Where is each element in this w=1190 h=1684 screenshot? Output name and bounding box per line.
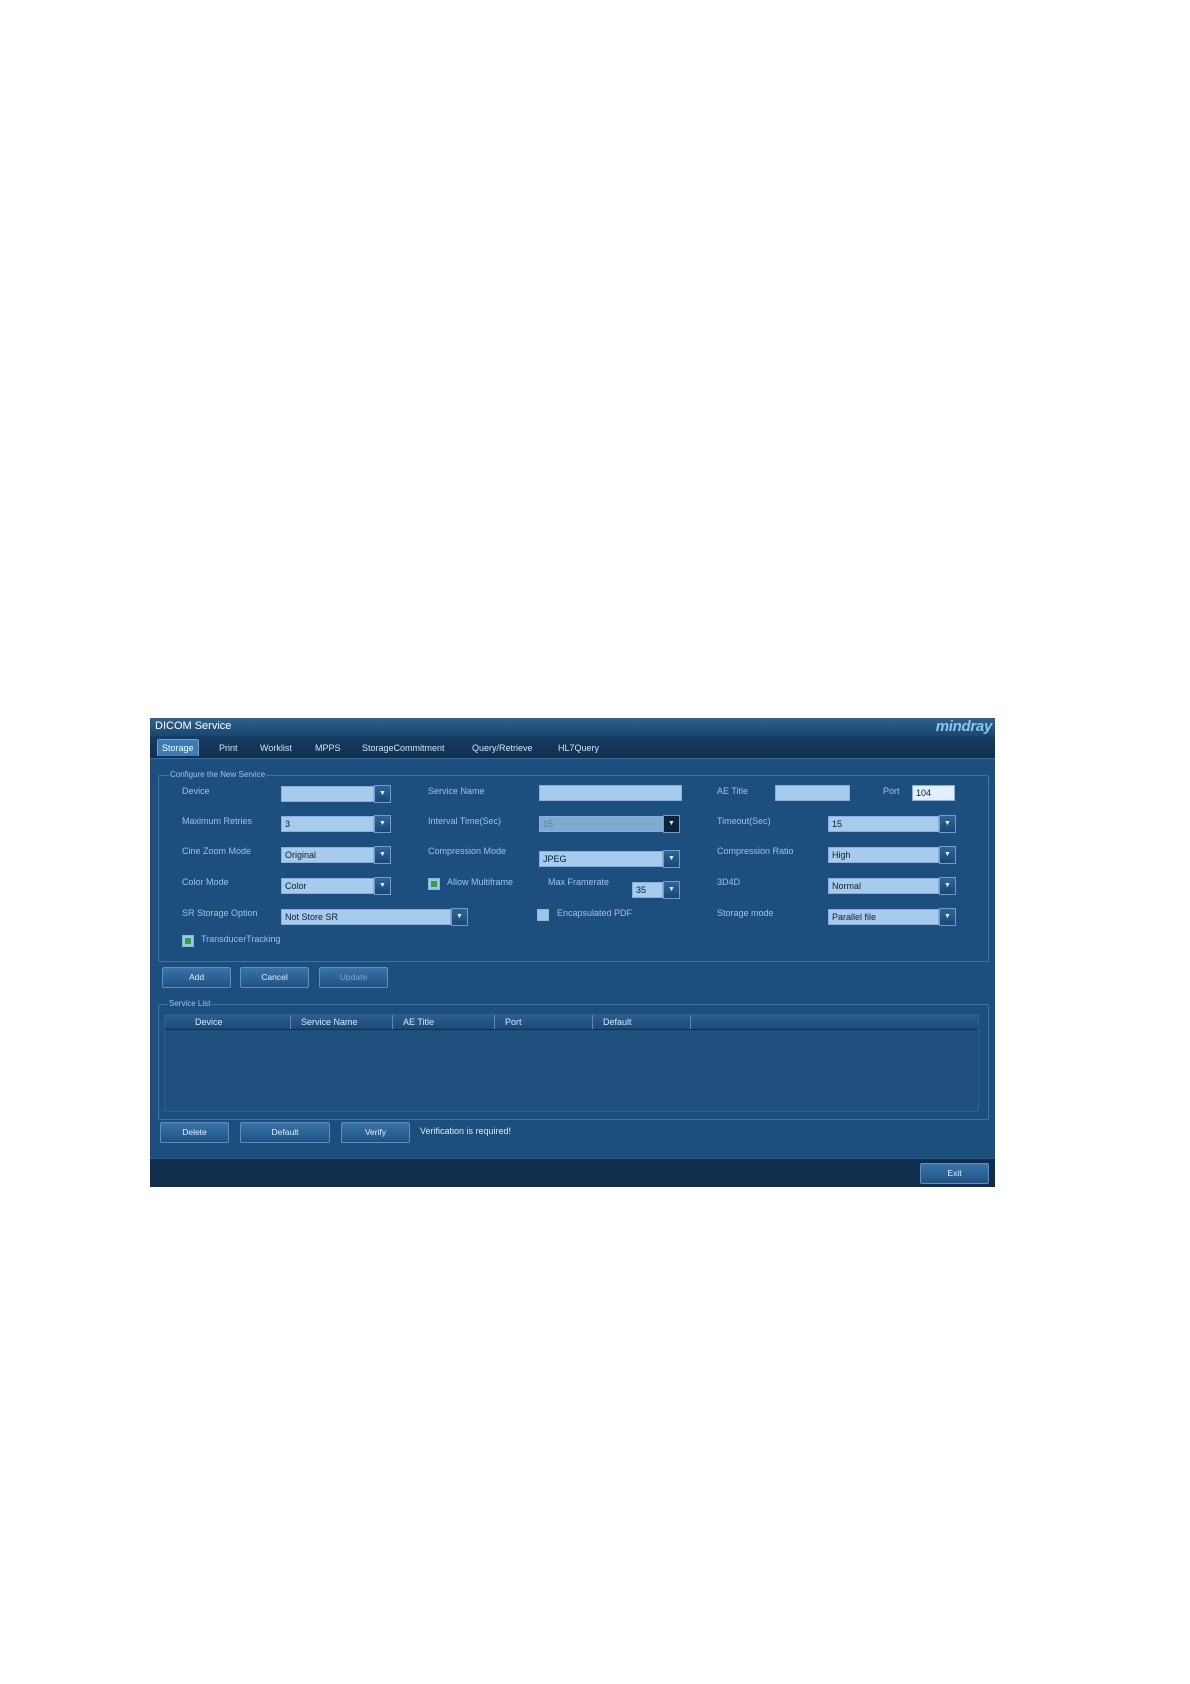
allow-multiframe-checkbox[interactable] bbox=[428, 878, 440, 890]
device-dropdown-icon[interactable]: ▼ bbox=[374, 785, 391, 803]
encapsulated-pdf-checkbox[interactable] bbox=[537, 909, 549, 921]
max-framerate-label: Max Framerate bbox=[548, 877, 610, 887]
update-button: Update bbox=[319, 967, 388, 988]
port-label: Port bbox=[883, 786, 900, 796]
service-name-label: Service Name bbox=[428, 786, 485, 796]
transducer-tracking-label: TransducerTracking bbox=[201, 934, 281, 944]
ae-title-input[interactable] bbox=[775, 785, 850, 801]
interval-time-label: Interval Time(Sec) bbox=[428, 816, 502, 826]
interval-time-select: 15 bbox=[539, 816, 663, 832]
transducer-tracking-checkbox[interactable] bbox=[182, 935, 194, 947]
column-port[interactable]: Port bbox=[495, 1015, 593, 1029]
column-ae-title[interactable]: AE Title bbox=[393, 1015, 495, 1029]
compression-mode-label: Compression Mode bbox=[428, 846, 507, 856]
tab-mpps[interactable]: MPPS bbox=[315, 740, 341, 756]
3d4d-label: 3D4D bbox=[717, 877, 741, 887]
tab-hl7query[interactable]: HL7Query bbox=[558, 740, 599, 756]
maximum-retries-dropdown-icon[interactable]: ▼ bbox=[374, 815, 391, 833]
sr-storage-option-dropdown-icon[interactable]: ▼ bbox=[451, 908, 468, 926]
maximum-retries-select[interactable]: 3 bbox=[281, 816, 374, 832]
sr-storage-option-label: SR Storage Option bbox=[182, 908, 258, 918]
add-button[interactable]: Add bbox=[162, 967, 231, 988]
configure-group-title: Configure the New Service bbox=[169, 770, 267, 779]
color-mode-dropdown-icon[interactable]: ▼ bbox=[374, 877, 391, 895]
3d4d-dropdown-icon[interactable]: ▼ bbox=[939, 877, 956, 895]
configure-group bbox=[158, 775, 989, 962]
dicom-service-window: DICOM Service mindray Storage Print Work… bbox=[150, 718, 995, 1187]
tab-storage[interactable]: Storage bbox=[157, 739, 199, 756]
timeout-dropdown-icon[interactable]: ▼ bbox=[939, 815, 956, 833]
footer-bar bbox=[150, 1158, 995, 1187]
title-bar: DICOM Service mindray bbox=[150, 718, 995, 736]
column-device[interactable]: Device bbox=[165, 1015, 291, 1029]
exit-button[interactable]: Exit bbox=[920, 1163, 989, 1184]
3d4d-select[interactable]: Normal bbox=[828, 878, 939, 894]
tab-query-retrieve[interactable]: Query/Retrieve bbox=[472, 740, 533, 756]
max-framerate-dropdown-icon[interactable]: ▼ bbox=[663, 881, 680, 899]
service-name-input[interactable] bbox=[539, 785, 682, 801]
compression-ratio-dropdown-icon[interactable]: ▼ bbox=[939, 846, 956, 864]
interval-time-dropdown-icon: ▼ bbox=[663, 815, 680, 833]
device-select[interactable] bbox=[281, 786, 374, 802]
service-list-title: Service List bbox=[168, 999, 212, 1008]
compression-ratio-select[interactable]: High bbox=[828, 847, 939, 863]
verification-status: Verification is required! bbox=[420, 1126, 512, 1136]
cine-zoom-mode-dropdown-icon[interactable]: ▼ bbox=[374, 846, 391, 864]
port-input[interactable]: 104 bbox=[912, 785, 955, 801]
storage-mode-select[interactable]: Parallel file bbox=[828, 909, 939, 925]
sr-storage-option-select[interactable]: Not Store SR bbox=[281, 909, 451, 925]
delete-button[interactable]: Delete bbox=[160, 1122, 229, 1143]
encapsulated-pdf-label: Encapsulated PDF bbox=[557, 908, 633, 918]
tab-print[interactable]: Print bbox=[219, 740, 238, 756]
max-framerate-select[interactable]: 35 bbox=[632, 882, 663, 898]
tab-storage-commitment[interactable]: StorageCommitment bbox=[362, 740, 445, 756]
color-mode-select[interactable]: Color bbox=[281, 878, 374, 894]
storage-mode-label: Storage mode bbox=[717, 908, 774, 918]
compression-mode-select[interactable]: JPEG bbox=[539, 851, 663, 867]
mindray-logo: mindray bbox=[935, 718, 993, 735]
service-list-table[interactable]: Device Service Name AE Title Port Defaul… bbox=[164, 1014, 979, 1112]
storage-mode-dropdown-icon[interactable]: ▼ bbox=[939, 908, 956, 926]
ae-title-label: AE Title bbox=[717, 786, 749, 796]
timeout-label: Timeout(Sec) bbox=[717, 816, 771, 826]
verify-button[interactable]: Verify bbox=[341, 1122, 410, 1143]
cine-zoom-mode-select[interactable]: Original bbox=[281, 847, 374, 863]
default-button[interactable]: Default bbox=[240, 1122, 330, 1143]
cancel-button[interactable]: Cancel bbox=[240, 967, 309, 988]
column-service-name[interactable]: Service Name bbox=[291, 1015, 393, 1029]
allow-multiframe-label: Allow Multiframe bbox=[447, 877, 514, 887]
maximum-retries-label: Maximum Retries bbox=[182, 816, 253, 826]
cine-zoom-mode-label: Cine Zoom Mode bbox=[182, 846, 252, 856]
device-label: Device bbox=[182, 786, 210, 796]
column-default[interactable]: Default bbox=[593, 1015, 691, 1029]
color-mode-label: Color Mode bbox=[182, 877, 229, 887]
tab-bar: Storage Print Worklist MPPS StorageCommi… bbox=[150, 736, 995, 759]
window-title: DICOM Service bbox=[155, 720, 232, 732]
timeout-select[interactable]: 15 bbox=[828, 816, 939, 832]
tab-worklist[interactable]: Worklist bbox=[260, 740, 292, 756]
service-list-header: Device Service Name AE Title Port Defaul… bbox=[165, 1015, 978, 1030]
compression-ratio-label: Compression Ratio bbox=[717, 846, 794, 856]
compression-mode-dropdown-icon[interactable]: ▼ bbox=[663, 850, 680, 868]
